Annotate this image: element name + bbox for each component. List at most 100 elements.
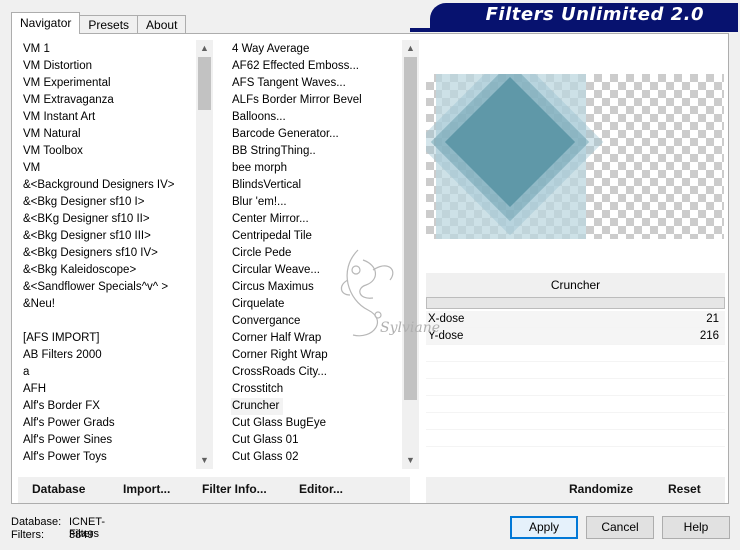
category-item[interactable]: Alf's Power Toys (22, 449, 197, 466)
filter-item[interactable]: Cruncher (231, 398, 283, 415)
category-item[interactable]: &<Bkg Designer sf10 I> (22, 194, 197, 211)
param-name: Y-dose (428, 330, 464, 342)
filter-preview (426, 74, 724, 239)
category-item[interactable]: Alf's Power Grads (22, 415, 197, 432)
param-row[interactable]: Y-dose 216 (426, 328, 725, 345)
filter-item[interactable]: AFS Tangent Waves... (231, 75, 407, 92)
param-value: 21 (706, 313, 719, 325)
category-item[interactable]: &<Sandflower Specials^v^ > (22, 279, 197, 296)
right-button-strip: Randomize Reset (426, 477, 725, 503)
tab-bar: Navigator Presets About (11, 12, 187, 34)
filter-list[interactable]: 4 Way Average AF62 Effected Emboss... AFS … (231, 41, 407, 503)
category-scrollbar[interactable]: ▲ ▼ (196, 40, 213, 469)
category-item[interactable]: VM Distortion (22, 58, 197, 75)
category-item[interactable]: AB Filters 2000 (22, 347, 197, 364)
cancel-button[interactable]: Cancel (586, 516, 654, 539)
filter-item[interactable]: Convergance (231, 313, 407, 330)
category-item[interactable]: VM Instant Art (22, 109, 197, 126)
filter-item[interactable]: Cut Glass 02 (231, 449, 407, 466)
database-info: Database: ICNET-Filters (11, 516, 105, 540)
left-button-strip: Database Import... Filter Info... Editor… (18, 477, 410, 503)
filter-item[interactable]: Balloons... (231, 109, 407, 126)
filter-item[interactable]: Corner Half Wrap (231, 330, 407, 347)
param-name: X-dose (428, 313, 465, 325)
param-row (426, 430, 725, 447)
filters-info: Filters: 3849 (11, 529, 93, 541)
param-row[interactable]: X-dose 21 (426, 311, 725, 328)
scroll-thumb[interactable] (404, 57, 417, 400)
category-item[interactable]: VM 1 (22, 41, 197, 58)
filter-item[interactable]: Centripedal Tile (231, 228, 407, 245)
banner-underline (410, 28, 738, 32)
tab-about[interactable]: About (137, 15, 187, 34)
filter-item[interactable]: bee morph (231, 160, 407, 177)
filters-count: 3849 (69, 529, 94, 541)
filter-item[interactable]: Blur 'em!... (231, 194, 407, 211)
filter-item[interactable]: Center Mirror... (231, 211, 407, 228)
filters-label: Filters: (11, 529, 44, 541)
filter-item[interactable]: BlindsVertical (231, 177, 407, 194)
filter-item[interactable]: Barcode Generator... (231, 126, 407, 143)
category-item[interactable]: &<Bkg Designers sf10 IV> (22, 245, 197, 262)
category-item[interactable]: Alf's Border FX (22, 398, 197, 415)
progress-bar (426, 297, 725, 309)
tab-presets[interactable]: Presets (79, 15, 139, 34)
category-item[interactable]: Alf's Power Sines (22, 432, 197, 449)
selected-filter-name: Cruncher (426, 273, 725, 297)
scroll-up-arrow-icon[interactable]: ▲ (196, 40, 213, 57)
category-item[interactable]: &<Bkg Kaleidoscope> (22, 262, 197, 279)
database-button[interactable]: Database (32, 482, 85, 496)
filter-item[interactable]: AF62 Effected Emboss... (231, 58, 407, 75)
param-row (426, 345, 725, 362)
category-item[interactable]: a (22, 364, 197, 381)
category-item[interactable]: VM Natural (22, 126, 197, 143)
title-banner: Filters Unlimited 2.0 (430, 3, 738, 28)
category-item[interactable] (22, 313, 197, 330)
param-row (426, 413, 725, 430)
category-item[interactable]: VM Experimental (22, 75, 197, 92)
filter-item[interactable]: Cirquelate (231, 296, 407, 313)
category-item[interactable]: [AFS IMPORT] (22, 330, 197, 347)
filter-item[interactable]: BB StringThing.. (231, 143, 407, 160)
database-label: Database: (11, 516, 62, 528)
filter-item[interactable]: Circle Pede (231, 245, 407, 262)
import-button[interactable]: Import... (123, 482, 170, 496)
scroll-down-arrow-icon[interactable]: ▼ (196, 452, 213, 469)
randomize-button[interactable]: Randomize (569, 482, 633, 496)
category-item[interactable]: VM Toolbox (22, 143, 197, 160)
banner-title: Filters Unlimited 2.0 (485, 4, 704, 25)
scroll-up-arrow-icon[interactable]: ▲ (402, 40, 419, 57)
param-row (426, 396, 725, 413)
tab-navigator[interactable]: Navigator (11, 12, 81, 34)
category-item[interactable]: &<Bkg Designer sf10 III> (22, 228, 197, 245)
filter-item[interactable]: Circular Weave... (231, 262, 407, 279)
category-item[interactable]: AFH (22, 381, 197, 398)
category-item[interactable]: VM Extravaganza (22, 92, 197, 109)
param-row (426, 362, 725, 379)
filter-item[interactable]: Crosstitch (231, 381, 407, 398)
reset-button[interactable]: Reset (668, 482, 701, 496)
param-value: 216 (699, 330, 719, 342)
navigator-panel: VM 1 VM Distortion VM Experimental VM Extra… (11, 33, 729, 504)
category-list[interactable]: VM 1 VM Distortion VM Experimental VM Extra… (22, 41, 197, 503)
parameter-list: X-dose 21 Y-dose 216 (426, 311, 725, 499)
category-item[interactable]: &<BKg Designer sf10 II> (22, 211, 197, 228)
apply-button[interactable]: Apply (510, 516, 578, 539)
filter-item[interactable]: Cut Glass 01 (231, 432, 407, 449)
filter-info-button[interactable]: Filter Info... (202, 482, 267, 496)
scroll-thumb[interactable] (198, 57, 211, 110)
filter-item[interactable]: Corner Right Wrap (231, 347, 407, 364)
editor-button[interactable]: Editor... (299, 482, 343, 496)
category-item[interactable]: &<Background Designers IV> (22, 177, 197, 194)
filter-item[interactable]: Circus Maximus (231, 279, 407, 296)
filter-item[interactable]: ALFs Border Mirror Bevel (231, 92, 407, 109)
filter-item[interactable]: CrossRoads City... (231, 364, 407, 381)
filter-item[interactable]: Cut Glass BugEye (231, 415, 407, 432)
category-item[interactable]: VM (22, 160, 197, 177)
category-item[interactable]: &Neu! (22, 296, 197, 313)
scroll-down-arrow-icon[interactable]: ▼ (402, 452, 419, 469)
param-row (426, 379, 725, 396)
filter-scrollbar[interactable]: ▲ ▼ (402, 40, 419, 469)
filter-item[interactable]: 4 Way Average (231, 41, 407, 58)
help-button[interactable]: Help (662, 516, 730, 539)
